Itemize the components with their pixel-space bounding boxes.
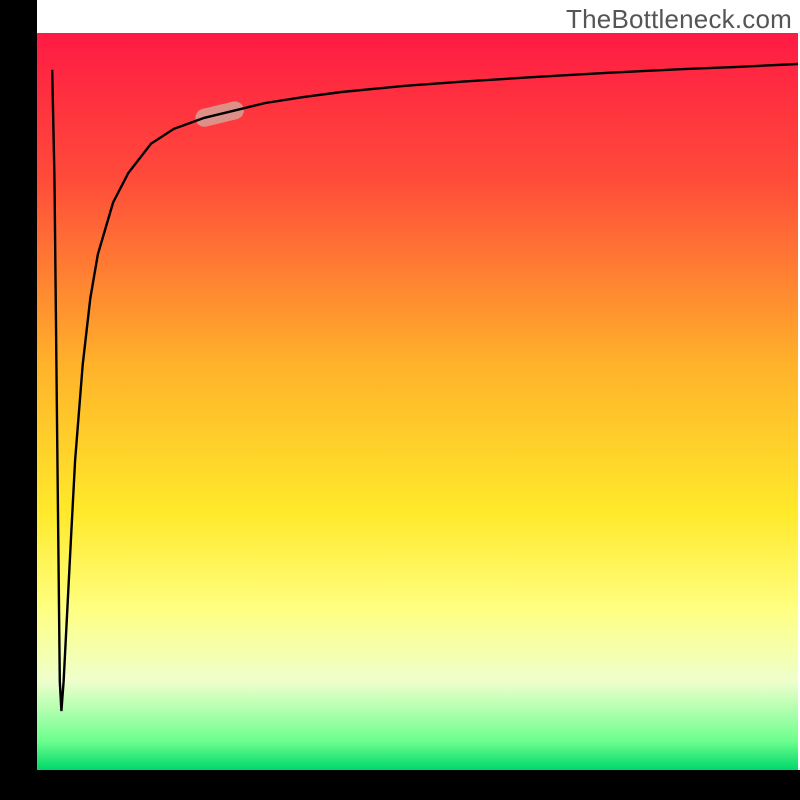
y-axis-band bbox=[0, 0, 37, 800]
x-axis-band bbox=[0, 770, 800, 800]
chart-container: TheBottleneck.com bbox=[0, 0, 800, 800]
watermark-text: TheBottleneck.com bbox=[566, 4, 792, 35]
chart-svg bbox=[0, 0, 800, 800]
